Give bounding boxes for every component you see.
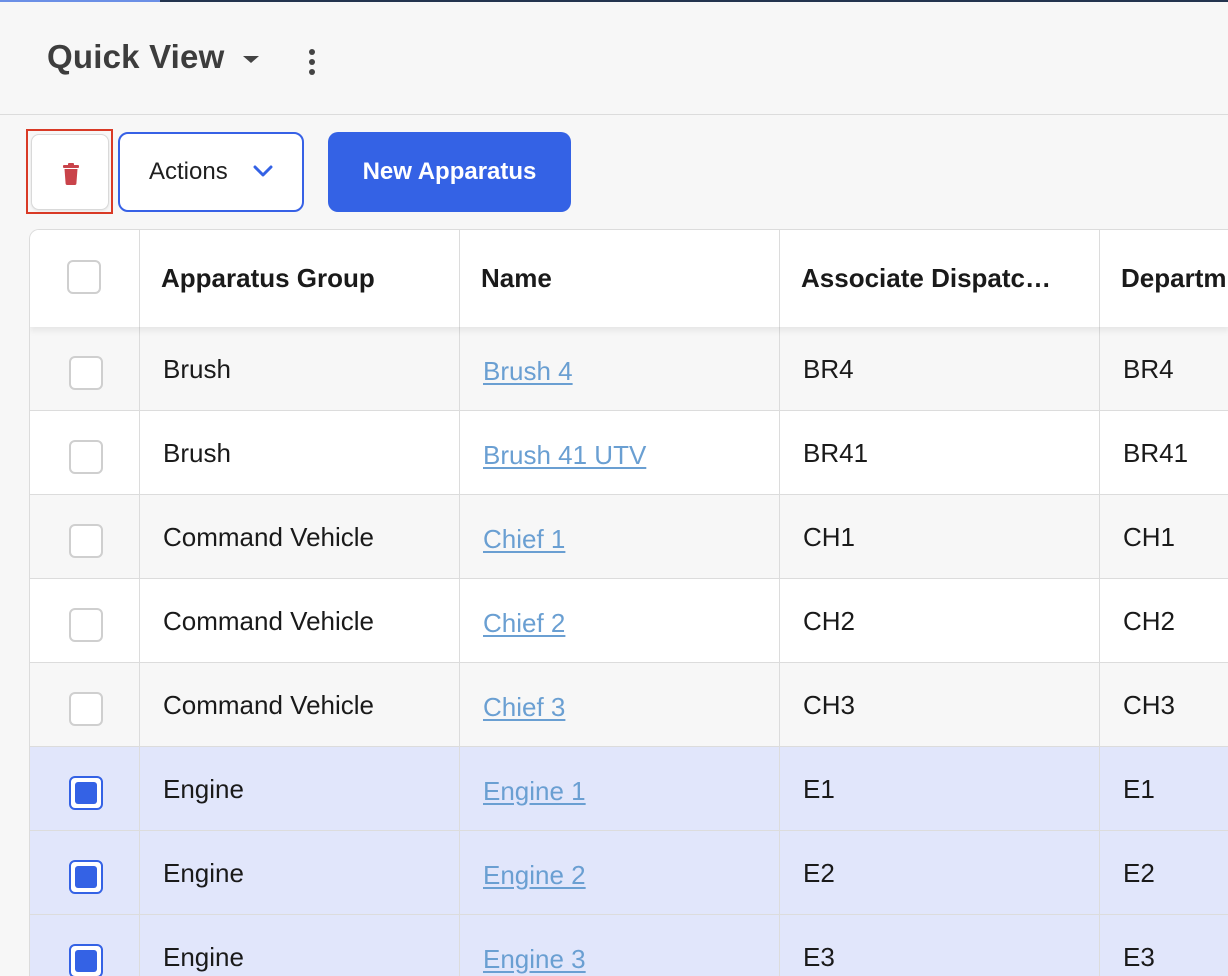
table-row[interactable]: Engine Engine 2 E2 E2 xyxy=(30,831,1228,915)
apparatus-name-link[interactable]: Chief 1 xyxy=(483,524,565,555)
name-cell: Engine 2 xyxy=(460,831,780,915)
more-vertical-icon[interactable] xyxy=(306,49,318,75)
department-cell: BR41 xyxy=(1123,437,1189,468)
apparatus-group-cell: Engine xyxy=(140,915,460,976)
delete-button[interactable] xyxy=(31,134,109,210)
apparatus-group-cell: Command Vehicle xyxy=(140,495,460,579)
row-checkbox[interactable] xyxy=(69,356,103,390)
table-row[interactable]: Engine Engine 3 E3 E3 xyxy=(30,915,1228,976)
department-cell: CH1 xyxy=(1123,521,1176,552)
dispatch-cell: E2 xyxy=(780,831,1100,915)
actions-dropdown-button[interactable]: Actions xyxy=(118,132,304,212)
apparatus-name-link[interactable]: Engine 1 xyxy=(483,776,586,807)
apparatus-name-link[interactable]: Engine 2 xyxy=(483,860,586,891)
row-checkbox[interactable] xyxy=(69,692,103,726)
apparatus-group-cell: Brush xyxy=(140,411,460,495)
trash-icon xyxy=(63,163,79,185)
dispatch-cell: BR4 xyxy=(780,327,1100,411)
row-select-cell xyxy=(30,663,140,747)
column-header-department[interactable]: Departm xyxy=(1100,230,1228,327)
name-cell: Brush 4 xyxy=(460,327,780,411)
chevron-down-icon xyxy=(253,165,273,177)
table-row[interactable]: Command Vehicle Chief 1 CH1 CH1 xyxy=(30,495,1228,579)
row-select-cell xyxy=(30,747,140,831)
column-header-associate-dispatch[interactable]: Associate Dispatc… xyxy=(780,230,1100,327)
dispatch-cell: CH2 xyxy=(780,579,1100,663)
apparatus-group-cell: Brush xyxy=(140,327,460,411)
actions-label: Actions xyxy=(149,158,228,185)
apparatus-name-link[interactable]: Brush 4 xyxy=(483,356,573,387)
table-row[interactable]: Command Vehicle Chief 2 CH2 CH2 xyxy=(30,579,1228,663)
table-header: Apparatus Group Name Associate Dispatc… … xyxy=(30,230,1228,327)
table-row[interactable]: Brush Brush 4 BR4 BR4 xyxy=(30,327,1228,411)
apparatus-group-cell: Command Vehicle xyxy=(140,579,460,663)
row-select-cell xyxy=(30,495,140,579)
department-cell: CH3 xyxy=(1123,689,1176,720)
department-cell: CH2 xyxy=(1123,605,1176,636)
toolbar: Actions New Apparatus xyxy=(0,116,1228,228)
page-title[interactable]: Quick View xyxy=(47,38,224,76)
name-cell: Chief 2 xyxy=(460,579,780,663)
dispatch-cell: E1 xyxy=(780,747,1100,831)
row-checkbox[interactable] xyxy=(69,440,103,474)
department-cell: E2 xyxy=(1123,857,1155,888)
dispatch-cell: CH3 xyxy=(780,663,1100,747)
name-cell: Engine 1 xyxy=(460,747,780,831)
dispatch-cell: E3 xyxy=(780,915,1100,976)
row-checkbox[interactable] xyxy=(69,860,103,894)
row-select-cell xyxy=(30,831,140,915)
name-cell: Chief 3 xyxy=(460,663,780,747)
apparatus-group-cell: Engine xyxy=(140,747,460,831)
caret-down-icon[interactable] xyxy=(243,56,259,63)
row-checkbox[interactable] xyxy=(69,524,103,558)
row-select-cell xyxy=(30,327,140,411)
row-checkbox[interactable] xyxy=(69,608,103,642)
row-checkbox[interactable] xyxy=(69,776,103,810)
department-cell: E1 xyxy=(1123,773,1155,804)
row-select-cell xyxy=(30,915,140,976)
table-row[interactable]: Brush Brush 41 UTV BR41 BR41 xyxy=(30,411,1228,495)
row-checkbox[interactable] xyxy=(69,944,103,976)
dispatch-cell: BR41 xyxy=(780,411,1100,495)
name-cell: Engine 3 xyxy=(460,915,780,976)
department-cell: BR4 xyxy=(1123,353,1174,384)
apparatus-table: Apparatus Group Name Associate Dispatc… … xyxy=(29,229,1228,976)
name-cell: Brush 41 UTV xyxy=(460,411,780,495)
new-apparatus-button[interactable]: New Apparatus xyxy=(328,132,571,212)
apparatus-group-cell: Engine xyxy=(140,831,460,915)
apparatus-name-link[interactable]: Engine 3 xyxy=(483,944,586,975)
page-header: Quick View xyxy=(0,2,1228,115)
apparatus-name-link[interactable]: Chief 2 xyxy=(483,608,565,639)
dispatch-cell: CH1 xyxy=(780,495,1100,579)
select-all-column xyxy=(30,230,140,327)
column-header-name[interactable]: Name xyxy=(460,230,780,327)
column-header-apparatus-group[interactable]: Apparatus Group xyxy=(140,230,460,327)
select-all-checkbox[interactable] xyxy=(67,260,101,294)
apparatus-group-cell: Command Vehicle xyxy=(140,663,460,747)
table-row[interactable]: Engine Engine 1 E1 E1 xyxy=(30,747,1228,831)
apparatus-name-link[interactable]: Brush 41 UTV xyxy=(483,440,646,471)
row-select-cell xyxy=(30,579,140,663)
name-cell: Chief 1 xyxy=(460,495,780,579)
department-cell: E3 xyxy=(1123,941,1155,972)
row-select-cell xyxy=(30,411,140,495)
apparatus-name-link[interactable]: Chief 3 xyxy=(483,692,565,723)
table-row[interactable]: Command Vehicle Chief 3 CH3 CH3 xyxy=(30,663,1228,747)
